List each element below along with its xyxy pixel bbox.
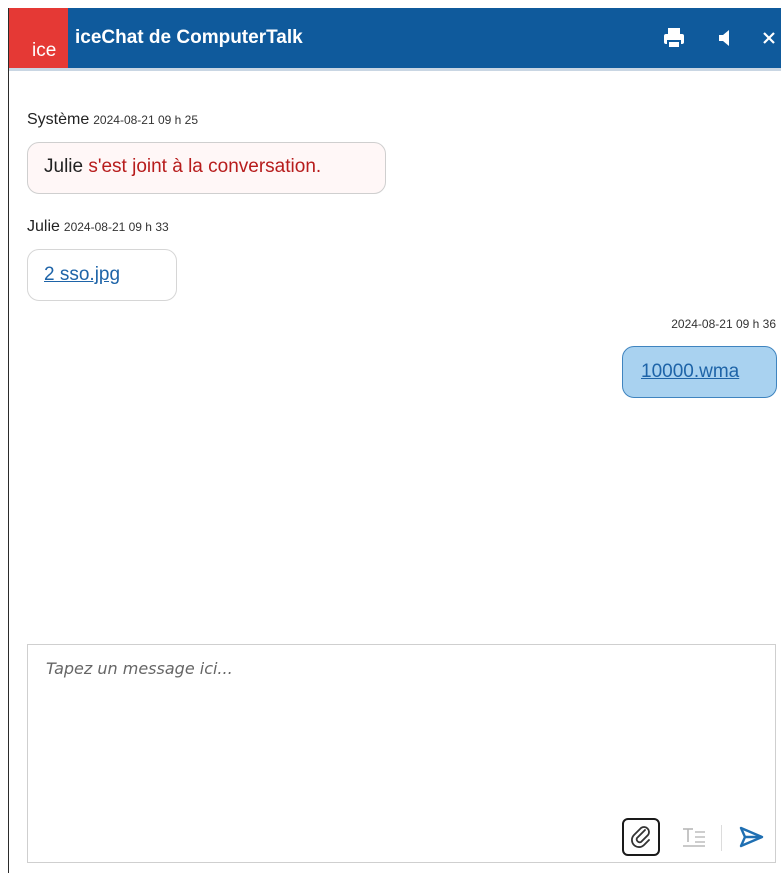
text-format-button[interactable] bbox=[675, 818, 713, 856]
title-bar: ice iceChat de ComputerTalk bbox=[9, 8, 781, 71]
sound-button[interactable] bbox=[710, 22, 742, 54]
system-message-text: s'est joint à la conversation. bbox=[83, 156, 322, 177]
message-timestamp: 2024-08-21 09 h 33 bbox=[63, 220, 169, 234]
sender-name: Julie bbox=[27, 218, 60, 235]
message-input[interactable] bbox=[28, 645, 775, 805]
ice-logo: ice bbox=[9, 8, 68, 68]
joined-user-name: Julie bbox=[44, 156, 84, 177]
paperclip-icon bbox=[631, 826, 650, 848]
incoming-message-bubble: 2 sso.jpg bbox=[27, 249, 177, 301]
message-header: Système 2024-08-21 09 h 25 bbox=[27, 111, 198, 129]
outgoing-message-bubble: 10000.wma bbox=[622, 346, 777, 398]
window-title: iceChat de ComputerTalk bbox=[75, 27, 303, 48]
close-button[interactable] bbox=[754, 22, 781, 54]
close-icon bbox=[763, 32, 775, 44]
printer-icon bbox=[664, 28, 684, 49]
text-format-icon bbox=[683, 828, 705, 847]
sender-name: Système bbox=[27, 111, 90, 128]
toolbar-divider bbox=[721, 825, 722, 851]
message-header: Julie 2024-08-21 09 h 33 bbox=[27, 218, 169, 236]
print-button[interactable] bbox=[658, 22, 690, 54]
speaker-icon bbox=[719, 30, 729, 46]
message-timestamp: 2024-08-21 09 h 25 bbox=[93, 113, 199, 127]
message-list: Système 2024-08-21 09 h 25 Julie s'est jo… bbox=[9, 71, 781, 646]
send-icon bbox=[739, 826, 764, 848]
attachment-link[interactable]: 10000.wma bbox=[641, 361, 739, 382]
attach-file-button[interactable] bbox=[622, 818, 660, 856]
system-message-bubble: Julie s'est joint à la conversation. bbox=[27, 142, 386, 194]
chat-window: ice iceChat de ComputerTalk Système 2024-… bbox=[8, 8, 781, 873]
send-button[interactable] bbox=[732, 818, 770, 856]
message-timestamp: 2024-08-21 09 h 36 bbox=[671, 317, 776, 331]
message-header: 2024-08-21 09 h 36 bbox=[667, 315, 776, 333]
logo-text: ice bbox=[32, 40, 57, 61]
message-composer bbox=[27, 644, 776, 863]
attachment-link[interactable]: 2 sso.jpg bbox=[44, 264, 120, 285]
